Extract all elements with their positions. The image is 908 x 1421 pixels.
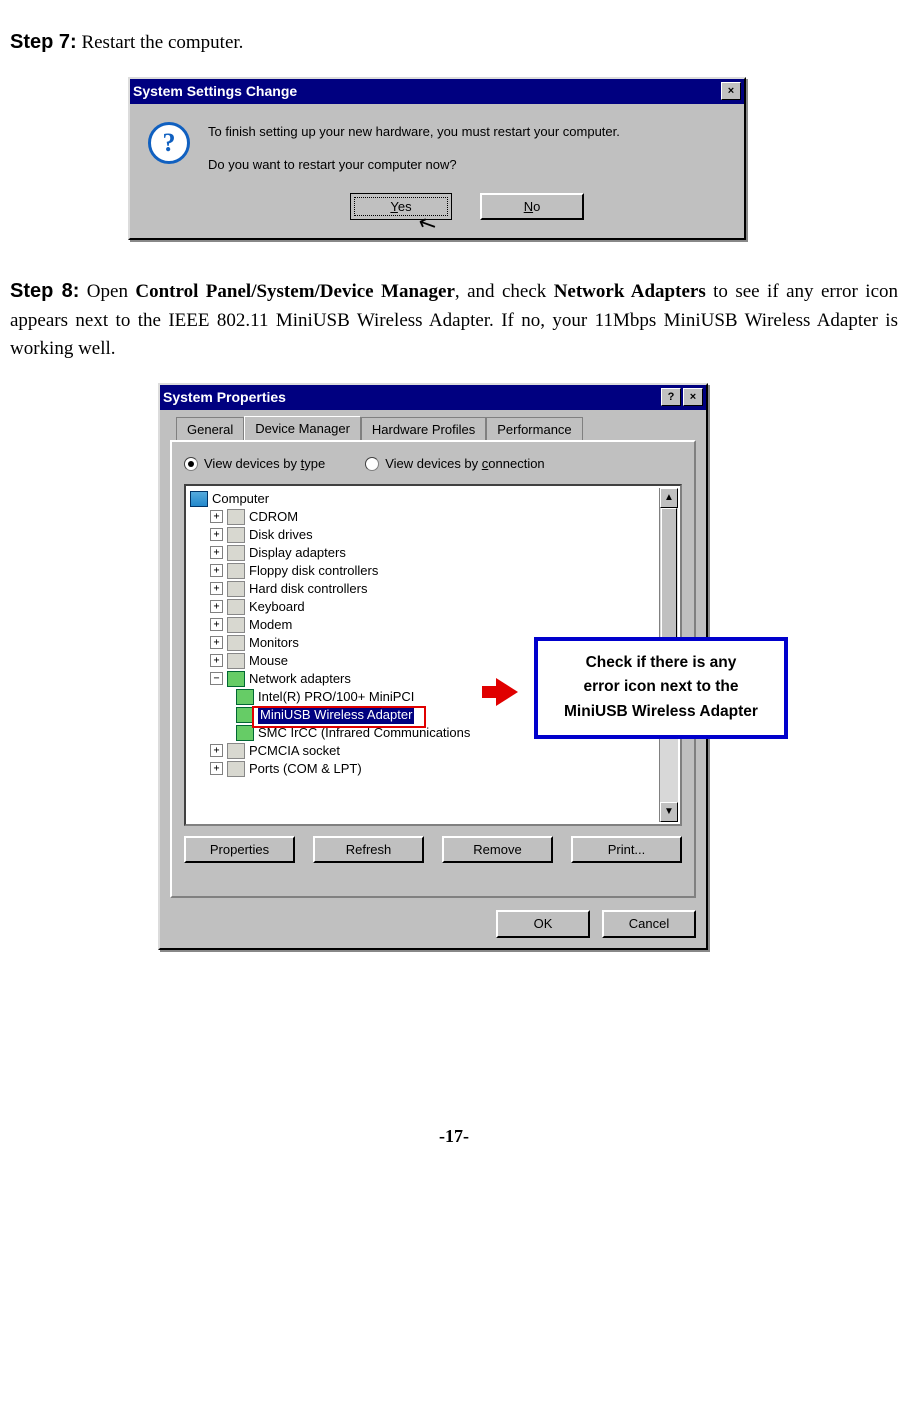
dialog1-line2: Do you want to restart your computer now…: [208, 155, 726, 175]
device-icon: [227, 563, 245, 579]
tab-hardware-profiles[interactable]: Hardware Profiles: [361, 417, 486, 442]
tree-item[interactable]: +Floppy disk controllers: [188, 562, 678, 580]
device-icon: [227, 635, 245, 651]
tree-item[interactable]: +Disk drives: [188, 526, 678, 544]
tab-strip: General Device Manager Hardware Profiles…: [176, 416, 696, 441]
device-icon: [227, 743, 245, 759]
dialog1-title: System Settings Change: [133, 81, 297, 102]
device-icon: [227, 599, 245, 615]
callout-line3: MiniUSB Wireless Adapter: [546, 700, 776, 725]
help-icon[interactable]: ?: [661, 388, 681, 406]
expand-icon[interactable]: +: [210, 654, 223, 667]
dialog2-title: System Properties: [163, 387, 286, 408]
expand-icon[interactable]: +: [210, 600, 223, 613]
expand-icon[interactable]: +: [210, 564, 223, 577]
tree-item[interactable]: +Modem: [188, 616, 678, 634]
callout-box: Check if there is any error icon next to…: [534, 637, 788, 739]
callout-line2: error icon next to the: [546, 675, 776, 700]
expand-icon[interactable]: +: [210, 636, 223, 649]
scroll-up-icon[interactable]: ▲: [660, 488, 678, 508]
close-icon[interactable]: ×: [721, 82, 741, 100]
step8-network-adapters: Network Adapters: [554, 281, 706, 302]
step8-label: Step 8:: [10, 280, 79, 302]
step8-paragraph: Step 8: Open Control Panel/System/Device…: [10, 276, 898, 364]
network-icon: [227, 671, 245, 687]
expand-icon[interactable]: +: [210, 582, 223, 595]
tree-item[interactable]: +Ports (COM & LPT): [188, 760, 678, 778]
tree-item[interactable]: +Hard disk controllers: [188, 580, 678, 598]
expand-icon[interactable]: +: [210, 528, 223, 541]
tree-item[interactable]: +Display adapters: [188, 544, 678, 562]
tree-item[interactable]: +CDROM: [188, 508, 678, 526]
expand-icon[interactable]: +: [210, 546, 223, 559]
radio-view-by-connection[interactable]: View devices by connection: [365, 454, 544, 474]
tree-item[interactable]: +Keyboard: [188, 598, 678, 616]
expand-icon[interactable]: +: [210, 744, 223, 757]
device-icon: [227, 509, 245, 525]
page-number: -17-: [10, 1123, 898, 1150]
print-button[interactable]: Print...: [571, 836, 682, 864]
arrow-right-icon: [496, 678, 518, 706]
step8-path: Control Panel/System/Device Manager: [135, 281, 455, 302]
device-icon: [227, 527, 245, 543]
device-icon: [227, 653, 245, 669]
tree-root[interactable]: Computer: [188, 490, 678, 508]
callout-line1: Check if there is any: [546, 651, 776, 676]
dialog2-titlebar: System Properties ? ×: [160, 385, 706, 410]
system-settings-change-dialog: System Settings Change × ? To finish set…: [128, 77, 746, 241]
expand-icon[interactable]: +: [210, 762, 223, 775]
tree-item[interactable]: +PCMCIA socket: [188, 742, 678, 760]
refresh-button[interactable]: Refresh: [313, 836, 424, 864]
device-icon: [227, 545, 245, 561]
device-icon: [227, 761, 245, 777]
device-icon: [227, 581, 245, 597]
expand-icon[interactable]: +: [210, 618, 223, 631]
remove-button[interactable]: Remove: [442, 836, 553, 864]
nic-icon: [236, 725, 254, 741]
yes-button[interactable]: Yes: [350, 193, 452, 221]
step7-text: Restart the computer.: [77, 32, 244, 53]
cancel-button[interactable]: Cancel: [602, 910, 696, 938]
device-icon: [227, 617, 245, 633]
close-icon[interactable]: ×: [683, 388, 703, 406]
tab-performance[interactable]: Performance: [486, 417, 582, 442]
computer-icon: [190, 491, 208, 507]
step7-label: Step 7:: [10, 31, 77, 53]
dialog1-line1: To finish setting up your new hardware, …: [208, 122, 726, 142]
tab-general[interactable]: General: [176, 417, 244, 442]
properties-button[interactable]: Properties: [184, 836, 295, 864]
radio-dot-icon: [365, 457, 379, 471]
scroll-down-icon[interactable]: ▼: [660, 802, 678, 822]
nic-icon: [236, 707, 254, 723]
nic-icon: [236, 689, 254, 705]
radio-dot-icon: [184, 457, 198, 471]
tab-device-manager[interactable]: Device Manager: [244, 416, 361, 441]
dialog1-titlebar: System Settings Change ×: [130, 79, 744, 104]
ok-button[interactable]: OK: [496, 910, 590, 938]
no-button[interactable]: No: [480, 193, 584, 221]
collapse-icon[interactable]: −: [210, 672, 223, 685]
expand-icon[interactable]: +: [210, 510, 223, 523]
question-icon: ?: [148, 122, 190, 164]
radio-view-by-type[interactable]: View devices by type: [184, 454, 325, 474]
step7-line: Step 7: Restart the computer.: [10, 27, 898, 58]
